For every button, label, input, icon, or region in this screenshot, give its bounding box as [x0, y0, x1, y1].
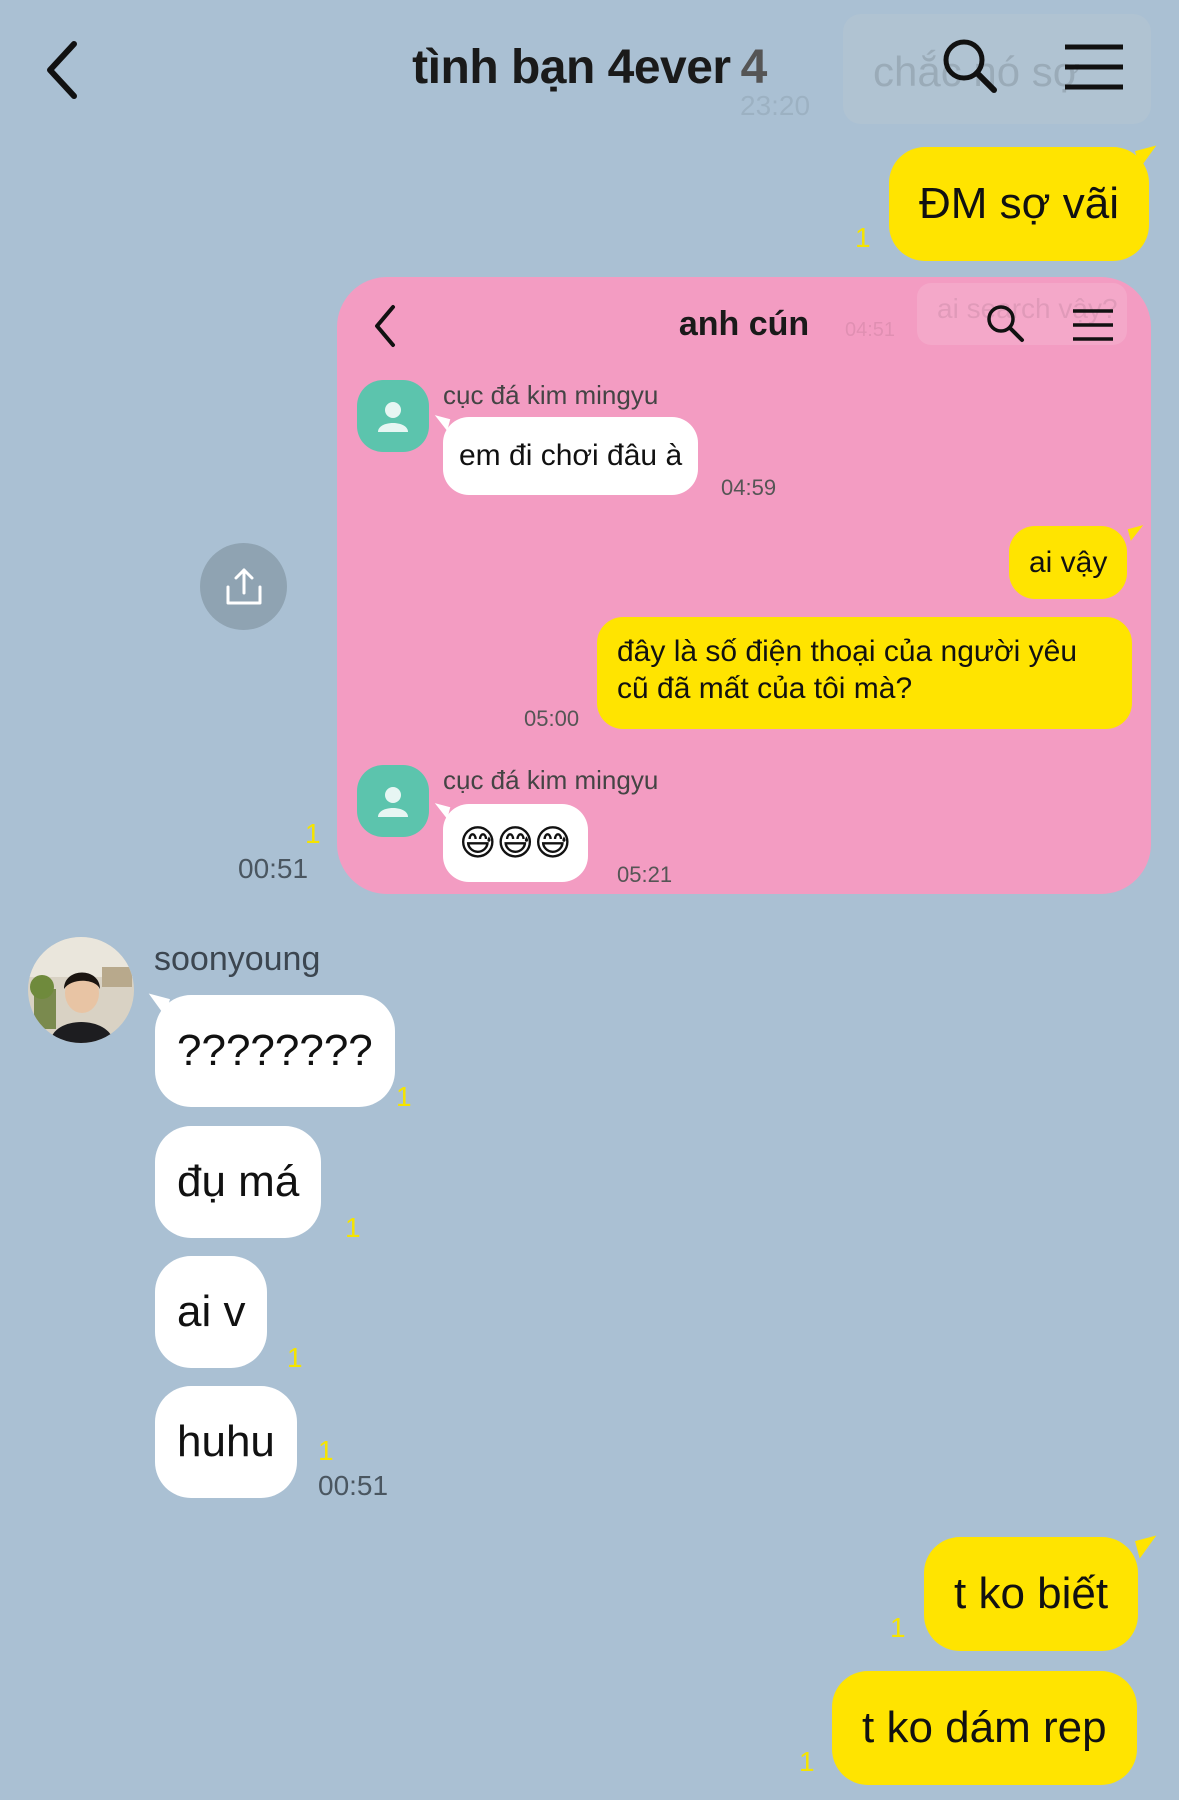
- screenshot-chat-title: anh cún: [678, 305, 810, 343]
- my-message-bubble[interactable]: t ko biết: [924, 1537, 1139, 1651]
- sender-name: cục đá kim mingyu: [443, 380, 659, 410]
- sender-name: soonyoung: [154, 940, 321, 978]
- message-timestamp: 00:51: [318, 1470, 389, 1501]
- their-message-bubble[interactable]: ai v: [155, 1256, 268, 1368]
- message-timestamp: 05:21: [617, 862, 673, 887]
- sender-name: cục đá kim mingyu: [443, 765, 659, 795]
- default-avatar: [357, 380, 429, 452]
- unread-count: 1: [305, 818, 321, 849]
- message-timestamp: 00:51: [238, 853, 309, 884]
- their-message-bubble[interactable]: đụ má: [155, 1126, 322, 1238]
- chat-title: tình bạn 4ever 4: [0, 40, 1179, 95]
- unread-count: 1: [890, 1612, 906, 1643]
- my-message-bubble[interactable]: ĐM sợ vãi: [889, 147, 1149, 261]
- bubble-tail: [1127, 525, 1147, 541]
- message-timestamp: 05:00: [524, 706, 580, 731]
- bubble-tail: [1135, 1535, 1161, 1559]
- default-avatar: [357, 765, 429, 837]
- unread-count: 1: [396, 1081, 412, 1112]
- unread-count: 1: [345, 1212, 361, 1243]
- person-icon: [378, 402, 408, 432]
- unread-count: 1: [855, 222, 871, 253]
- their-message-bubble[interactable]: ????????: [155, 995, 395, 1107]
- their-message-bubble: 😅😅😅: [443, 804, 588, 882]
- menu-icon: [1073, 309, 1113, 341]
- bubble-tail: [1135, 145, 1161, 169]
- search-icon[interactable]: [940, 36, 1000, 96]
- chat-title-text: tình bạn 4ever: [412, 41, 731, 94]
- my-message-bubble[interactable]: t ko dám rep: [832, 1671, 1137, 1785]
- member-count: 4: [740, 41, 768, 94]
- my-message-bubble: đây là số điện thoại của người yêu cũ đã…: [597, 617, 1132, 729]
- unread-count: 1: [287, 1342, 303, 1373]
- avatar-photo: [28, 937, 134, 1043]
- their-message-bubble: em đi chơi đâu à: [443, 417, 699, 495]
- avatar[interactable]: [28, 937, 134, 1043]
- unread-count: 1: [799, 1746, 815, 1777]
- search-icon: [987, 305, 1024, 342]
- shared-screenshot-image[interactable]: ai search vậy? 04:51 anh cún cục đá kim …: [337, 277, 1151, 894]
- their-message-bubble[interactable]: huhu: [155, 1386, 297, 1498]
- share-icon: [226, 568, 261, 604]
- person-icon: [378, 787, 408, 817]
- my-message-bubble: ai vậy: [1009, 526, 1128, 599]
- menu-icon[interactable]: [1062, 42, 1126, 92]
- message-timestamp: 04:59: [721, 475, 777, 500]
- unread-count: 1: [318, 1435, 334, 1466]
- share-button[interactable]: [200, 543, 287, 630]
